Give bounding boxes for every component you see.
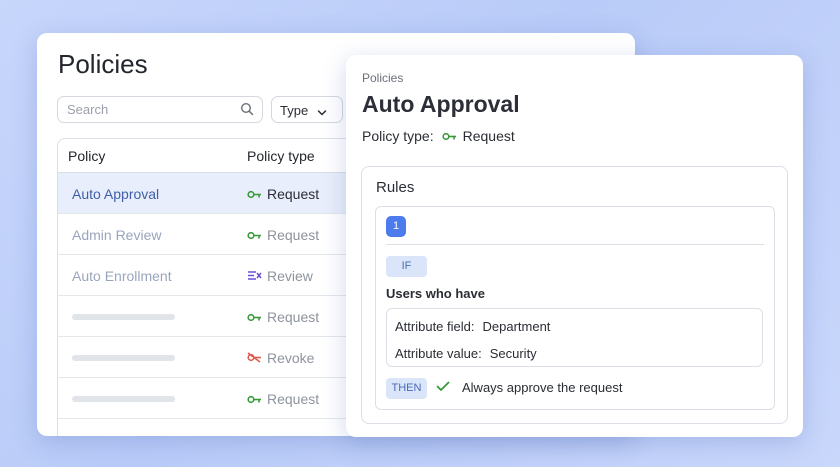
condition-title: Users who have xyxy=(386,286,485,301)
policy-type-label: Request xyxy=(267,391,320,407)
placeholder-skeleton xyxy=(72,396,175,402)
attribute-value-label: Attribute value: xyxy=(395,346,482,361)
key-icon xyxy=(247,309,262,325)
rule-action-text: Always approve the request xyxy=(462,380,623,395)
policy-type-cell: Request xyxy=(247,186,319,202)
policy-detail-panel: Policies Auto Approval Policy type: Reque… xyxy=(346,55,803,437)
policy-type-value: Request xyxy=(462,128,515,144)
policy-type-label: Request xyxy=(267,227,320,243)
search-icon[interactable] xyxy=(240,102,254,121)
rule-number-badge: 1 xyxy=(386,216,406,237)
if-tag: IF xyxy=(386,256,427,277)
checkmark-icon xyxy=(436,380,450,395)
policy-title: Auto Approval xyxy=(362,91,520,117)
policy-name[interactable]: Auto Enrollment xyxy=(72,268,172,284)
rules-section: Rules 1 IF Users who have Attribute fiel… xyxy=(361,166,788,424)
page-title: Policies xyxy=(58,49,148,79)
rule-action: Always approve the request xyxy=(436,380,622,395)
attribute-value-row: Attribute value: Security xyxy=(395,346,537,361)
policy-name[interactable]: Auto Approval xyxy=(72,186,159,202)
key-icon xyxy=(441,128,457,144)
attribute-field-label: Attribute field: xyxy=(395,319,475,334)
attribute-field-value: Department xyxy=(482,319,551,334)
policy-name[interactable]: Admin Review xyxy=(72,227,161,243)
rule-card: 1 IF Users who have Attribute field: Depa… xyxy=(375,206,775,410)
breadcrumb[interactable]: Policies xyxy=(362,71,403,85)
column-header-policy: Policy xyxy=(68,148,106,164)
search-input[interactable] xyxy=(67,101,227,118)
key-icon xyxy=(247,391,262,407)
revoke-icon xyxy=(247,350,262,366)
policy-type-cell: Request xyxy=(247,227,319,243)
attribute-value-value: Security xyxy=(489,346,537,361)
policy-type-cell: Review xyxy=(247,268,313,284)
policy-type-label: Request xyxy=(267,309,320,325)
divider xyxy=(386,244,764,245)
policy-type-label: Policy type: xyxy=(362,128,434,144)
attribute-field-row: Attribute field: Department xyxy=(395,319,550,334)
policy-type-label: Request xyxy=(267,186,320,202)
review-icon xyxy=(247,268,262,284)
type-filter-dropdown[interactable]: Type xyxy=(271,96,343,123)
policy-type-cell: Request xyxy=(247,309,319,325)
chevron-down-icon xyxy=(317,105,327,120)
key-icon xyxy=(247,186,262,202)
key-icon xyxy=(247,227,262,243)
type-filter-label: Type xyxy=(280,103,309,118)
then-tag: THEN xyxy=(386,378,427,399)
placeholder-skeleton xyxy=(72,355,175,361)
search-field[interactable] xyxy=(57,96,263,123)
attribute-condition-box: Attribute field: Department Attribute val… xyxy=(386,308,763,367)
policy-type-row: Policy type: Request xyxy=(362,128,515,144)
policy-type-label: Review xyxy=(267,268,313,284)
placeholder-skeleton xyxy=(72,314,175,320)
column-header-policy-type: Policy type xyxy=(247,148,315,164)
policy-type-label: Revoke xyxy=(267,350,315,366)
policy-type-cell: Revoke xyxy=(247,350,314,366)
policy-type-cell: Request xyxy=(247,391,319,407)
rules-title: Rules xyxy=(376,179,415,196)
